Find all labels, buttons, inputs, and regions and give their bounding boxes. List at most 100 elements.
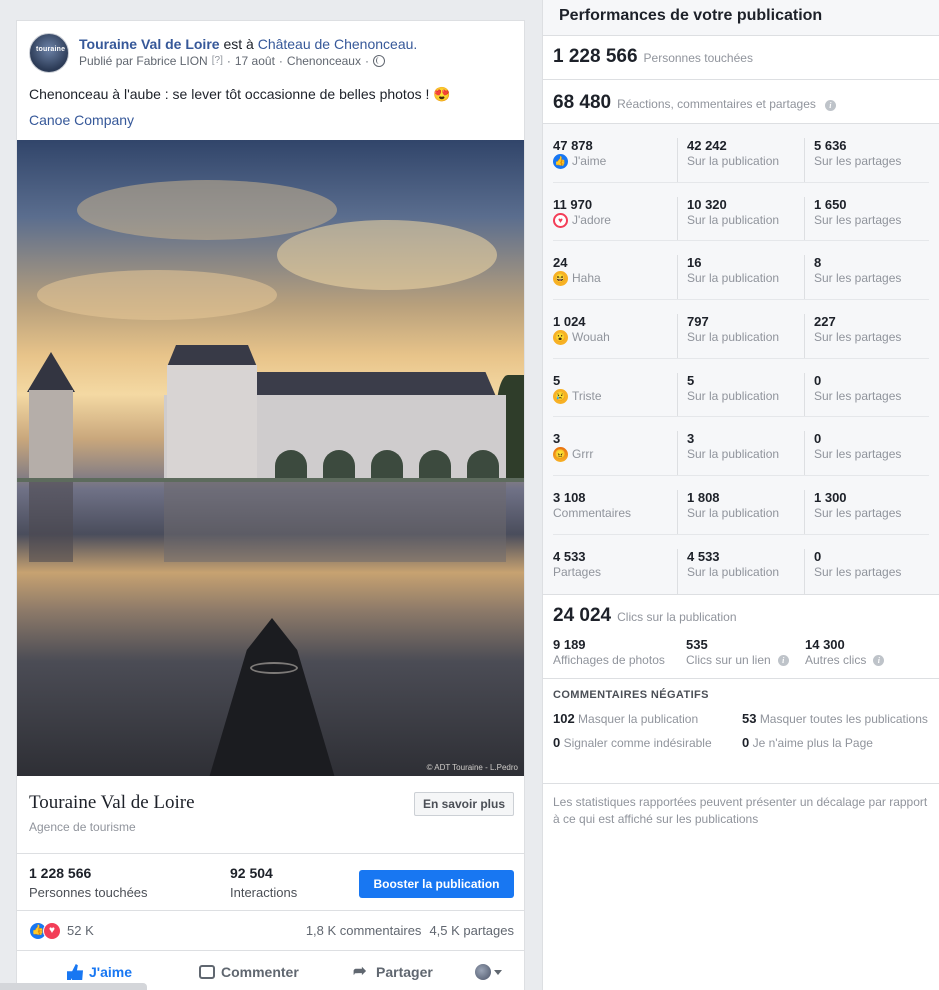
info-icon[interactable]: i (777, 654, 789, 666)
learn-more-button[interactable]: En savoir plus (413, 792, 514, 816)
shares-count[interactable]: 4,5 K partages (429, 923, 514, 938)
location-link[interactable]: Château de Chenonceau. (258, 36, 418, 52)
post-message: Chenonceau à l'aube : se lever tôt occas… (29, 86, 451, 102)
sad-emoji-icon: 😢 (553, 388, 568, 404)
on-post-value: 10 320 (687, 196, 727, 212)
on-post-value: 4 533 (687, 548, 720, 564)
reach-label: Personnes touchées (29, 885, 148, 900)
angry-label: Grrr (572, 447, 594, 462)
castle-wing (167, 365, 257, 479)
haha-emoji-icon: 😆 (553, 271, 568, 287)
post-date[interactable]: 17 août (235, 53, 275, 69)
share-label: Partager (376, 964, 433, 980)
comment-button[interactable]: Commenter (199, 964, 299, 980)
cloud (277, 220, 497, 290)
on-post-label: Sur la publication (687, 154, 780, 168)
like-total: 47 878 (553, 138, 593, 153)
chevron-down-icon (494, 969, 502, 975)
love-reaction-icon[interactable]: ♥ (43, 921, 61, 940)
comments-total: 3 108 (553, 490, 586, 506)
info-icon[interactable]: i (873, 654, 885, 666)
like-icon: 👍 (553, 154, 568, 169)
interactions-label: Interactions (230, 885, 298, 900)
like-label: J'aime (572, 154, 607, 168)
reach-value: 1 228 566 (29, 865, 92, 881)
published-by[interactable]: Publié par Fabrice LION (79, 53, 208, 69)
on-shares-label: Sur les partages (814, 564, 902, 579)
interactions-value: 92 504 (230, 865, 273, 881)
breakdown-row: 4 533 Partages 4 533 Sur la publication 0S… (553, 535, 929, 594)
audience-globe-icon (475, 964, 491, 980)
love-total: 11 970 (553, 196, 593, 212)
wow-label: Wouah (572, 330, 610, 345)
on-post-value: 5 (687, 372, 695, 388)
on-post-value: 1 808 (687, 490, 720, 506)
separator: · (364, 54, 369, 68)
thumbs-up-icon (67, 964, 83, 980)
reactions-count[interactable]: 52 K (67, 923, 94, 938)
is-at-text: est à (223, 36, 254, 52)
on-shares-label: Sur les partages (814, 330, 902, 345)
breakdown-row: 11 970 ♥ J'adore 10 320 Sur la publication … (553, 183, 929, 242)
cloud (77, 180, 337, 240)
negative-feedback-title: COMMENTAIRES NÉGATIFS (553, 688, 709, 701)
castle-tower (29, 390, 73, 480)
on-shares-value: 1 650 (814, 196, 847, 212)
tagged-page-link[interactable]: Canoe Company (17, 104, 524, 128)
page-name-link[interactable]: Touraine Val de Loire (79, 36, 220, 52)
on-post-label: Sur la publication (687, 506, 780, 521)
comments-count[interactable]: 1,8 K commentaires (306, 923, 422, 938)
on-post-label: Sur la publication (687, 330, 780, 345)
on-post-value: 3 (687, 431, 695, 447)
avatar-logo-text: touraine (36, 46, 66, 53)
separator: · (226, 54, 231, 68)
reach-section: 1 228 566 Personnes touchées (543, 36, 939, 80)
breakdown-row: 3 108 Commentaires 1 808 Sur la publicatio… (553, 476, 929, 535)
angry-total: 3 (553, 431, 561, 447)
post-card: touraine Touraine Val de Loire est à Châ… (16, 20, 525, 990)
negative-feedback-section: COMMENTAIRES NÉGATIFS 102 Masquer la pub… (543, 679, 939, 784)
reaction-breakdown: 47 878 👍 J'aime 42 242 Sur la publication 5… (543, 124, 939, 595)
spam-value: 0 (553, 734, 561, 750)
post-place[interactable]: Chenonceaux (287, 53, 361, 69)
globe-icon[interactable] (372, 55, 385, 67)
help-question[interactable]: [?] (212, 53, 223, 69)
on-shares-label: Sur les partages (814, 271, 902, 286)
post-photo[interactable]: © ADT Touraine - L.Pedro (17, 140, 524, 776)
clicks-section: 24 024 Clics sur la publication 9 189 Aff… (543, 595, 939, 679)
link-clicks-value: 535 (686, 636, 708, 652)
shares-total: 4 533 (553, 548, 586, 564)
love-heart-icon: ♥ (553, 212, 568, 228)
on-shares-label: Sur les partages (814, 388, 902, 403)
sad-label: Triste (572, 388, 602, 403)
hide-post-value: 102 (553, 710, 575, 726)
share-button[interactable]: ➦ Partager (353, 964, 433, 981)
on-post-label: Sur la publication (687, 564, 780, 579)
hide-post-label: Masquer la publication (578, 711, 699, 726)
panel-title: Performances de votre publication (543, 0, 939, 36)
haha-total: 24 (553, 255, 568, 271)
page-avatar[interactable]: touraine (29, 33, 69, 73)
hide-all-label: Masquer toutes les publications (759, 711, 928, 726)
wow-total: 1 024 (553, 314, 586, 330)
castle-wing-roof (167, 345, 257, 367)
comment-label: Commenter (221, 964, 299, 980)
comment-bubble-icon (199, 965, 215, 979)
on-post-value: 42 242 (687, 138, 727, 153)
haha-label: Haha (572, 271, 601, 286)
on-post-label: Sur la publication (687, 271, 780, 286)
audience-selector[interactable] (475, 964, 502, 980)
breakdown-row: 5 😢 Triste 5 Sur la publication 0 Sur les pa… (553, 359, 929, 418)
shares-label: Partages (553, 564, 602, 579)
like-button[interactable]: J'aime (67, 964, 132, 980)
clicks-label: Clics sur la publication (617, 609, 737, 624)
stats-footnote: Les statistiques rapportées peuvent prés… (553, 794, 928, 826)
info-icon[interactable]: i (824, 100, 836, 111)
on-shares-value: 0 (814, 548, 822, 564)
boost-post-button[interactable]: Booster la publication (359, 870, 514, 898)
tower-reflection (29, 482, 73, 562)
canoe-bow (209, 618, 335, 776)
on-shares-value: 8 (814, 255, 822, 271)
clicks-total: 24 024 (553, 604, 612, 626)
love-label: J'adore (572, 212, 611, 227)
